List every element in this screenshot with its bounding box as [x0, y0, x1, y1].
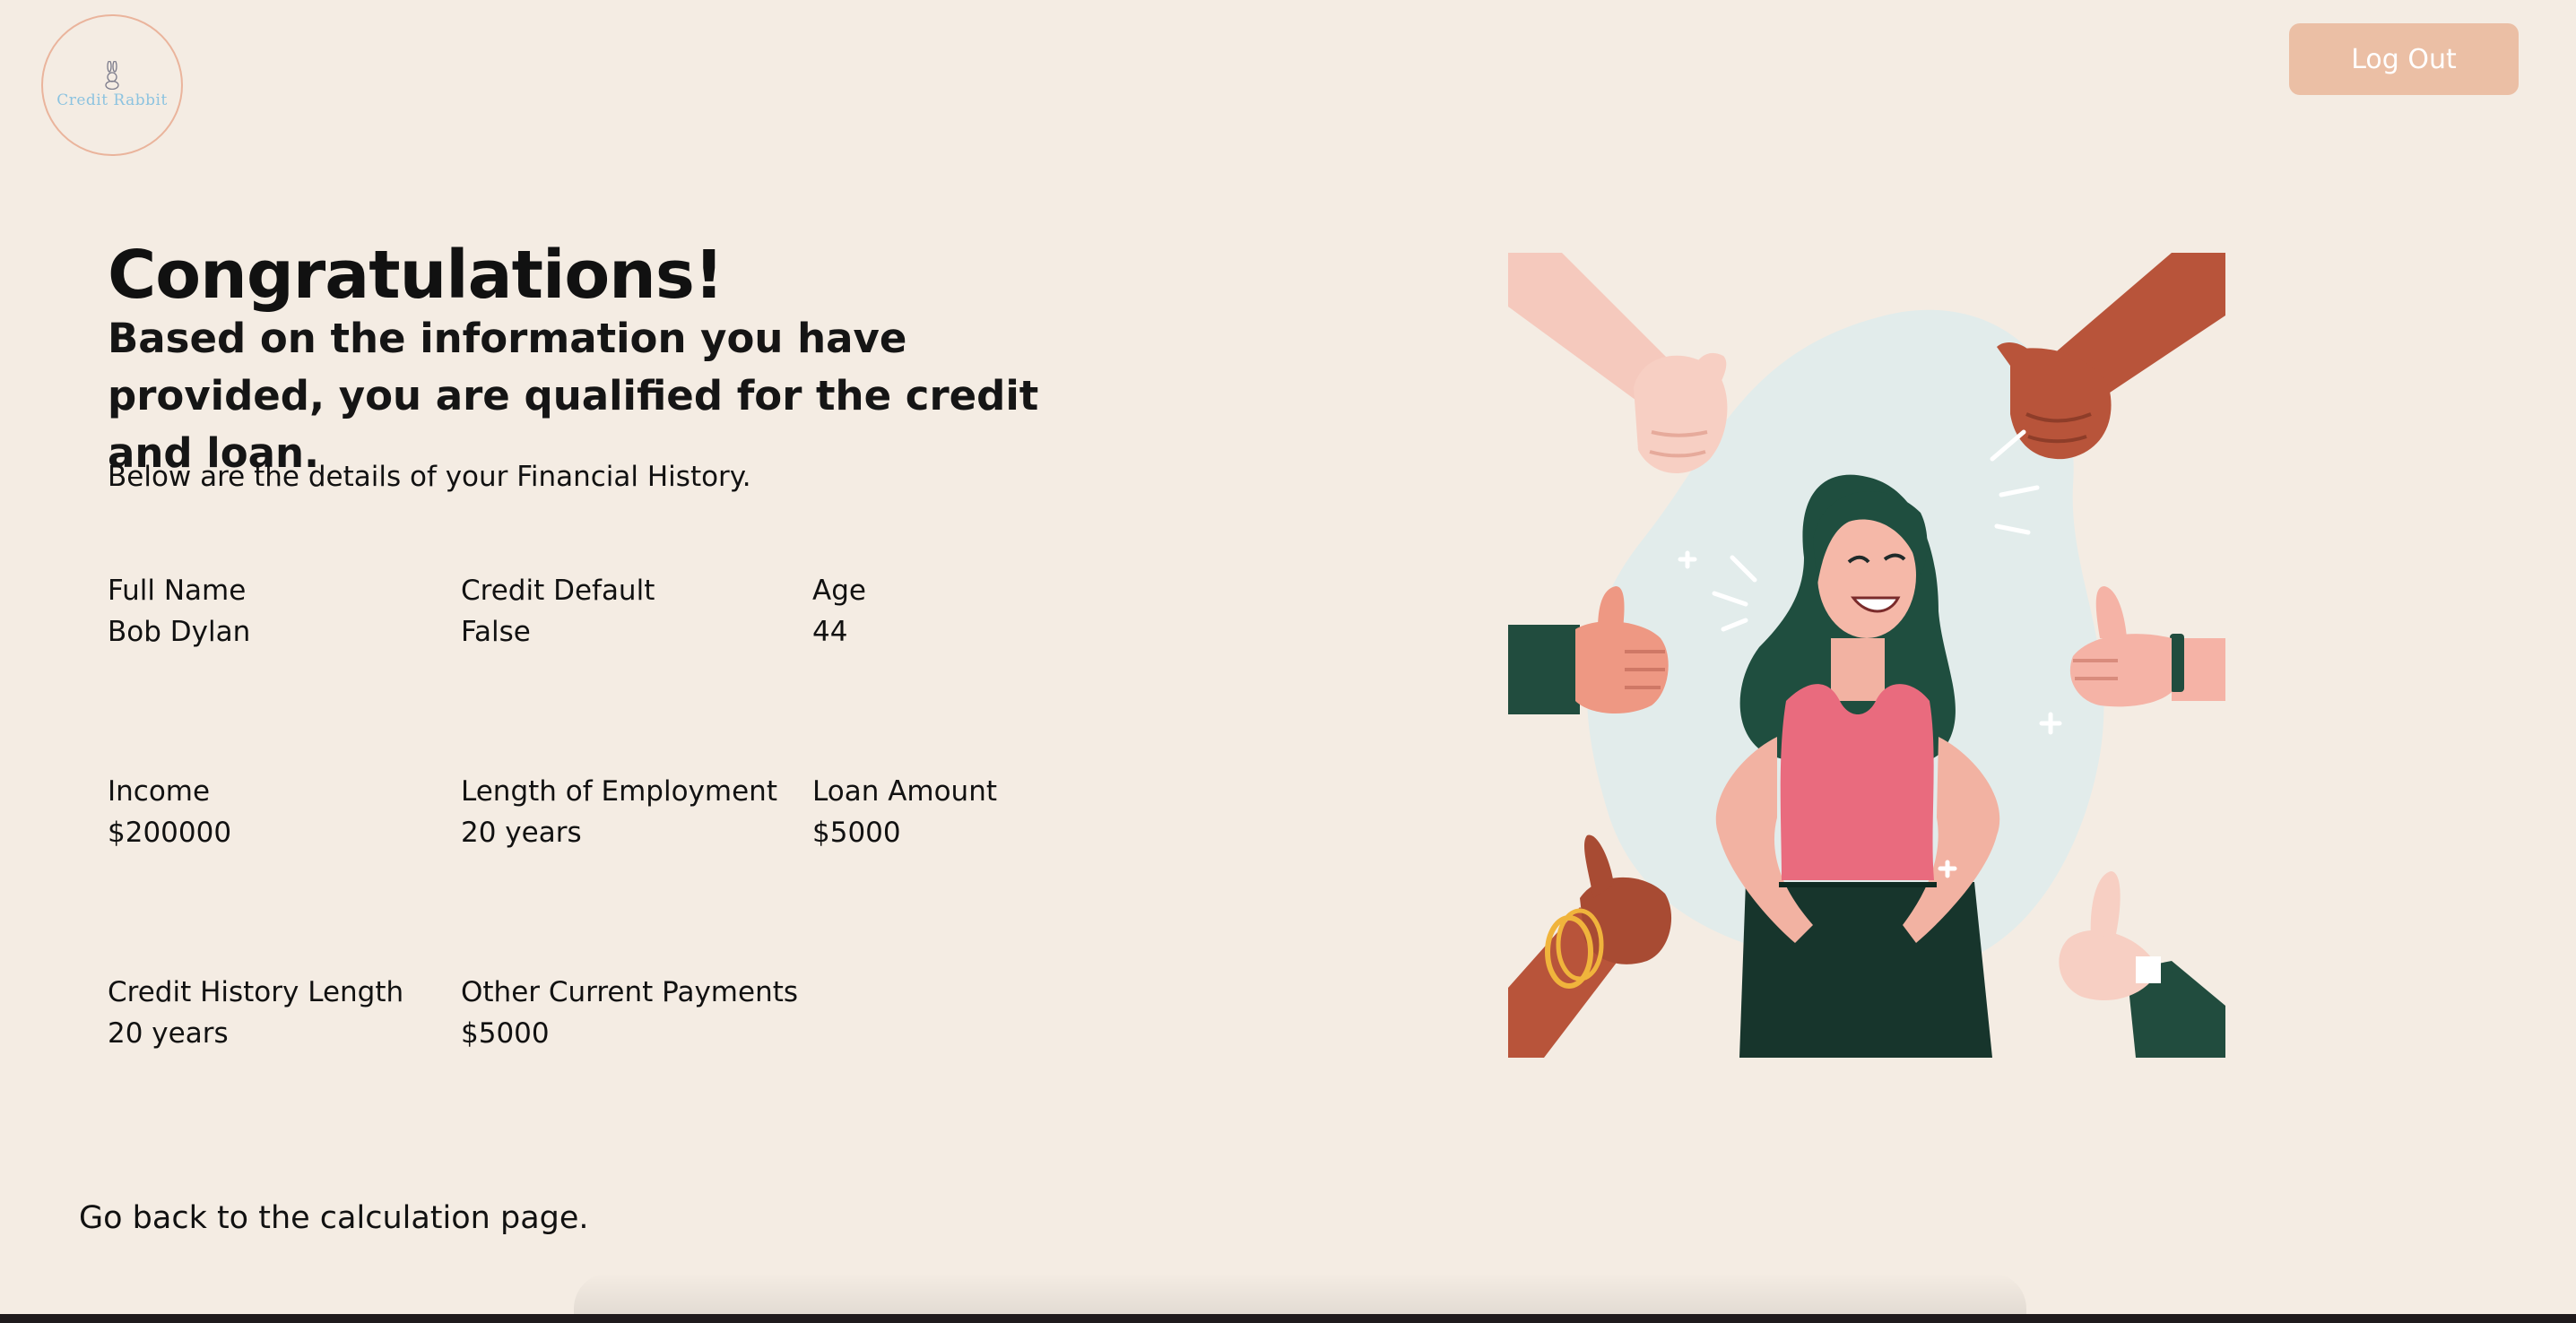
field-age: Age 44	[812, 570, 1162, 653]
page: Credit Rabbit Log Out Congratulations! B…	[0, 0, 2576, 1314]
window-bottom-edge	[0, 1314, 2576, 1323]
field-value: 20 years	[108, 1017, 229, 1050]
field-label: Full Name	[108, 575, 247, 607]
field-value: $5000	[812, 817, 901, 849]
field-label: Other Current Payments	[461, 976, 799, 1008]
field-loan-amount: Loan Amount $5000	[812, 771, 1162, 853]
field-income: Income $200000	[108, 771, 457, 853]
rabbit-icon	[105, 61, 119, 90]
back-to-calculation-link[interactable]: Go back to the calculation page.	[79, 1196, 589, 1241]
field-value: $5000	[461, 1017, 550, 1050]
field-label: Age	[812, 575, 866, 607]
field-label: Credit Default	[461, 575, 655, 607]
field-value: False	[461, 616, 531, 648]
field-other-current-payments: Other Current Payments $5000	[461, 972, 811, 1054]
intro-text: Below are the details of your Financial …	[108, 461, 751, 493]
field-full-name: Full Name Bob Dylan	[108, 570, 457, 653]
field-label: Length of Employment	[461, 775, 777, 808]
field-value: $200000	[108, 817, 232, 849]
bottom-shadow	[574, 1273, 2026, 1314]
logo[interactable]: Credit Rabbit	[41, 14, 183, 156]
field-label: Loan Amount	[812, 775, 998, 808]
field-label: Income	[108, 775, 211, 808]
field-label: Credit History Length	[108, 976, 404, 1008]
celebration-illustration	[1508, 253, 2225, 1058]
logo-text: Credit Rabbit	[56, 91, 168, 109]
field-value: 44	[812, 616, 848, 648]
page-title: Congratulations!	[108, 237, 724, 314]
logout-button[interactable]: Log Out	[2289, 23, 2519, 95]
field-credit-history-length: Credit History Length 20 years	[108, 972, 457, 1054]
field-credit-default: Credit Default False	[461, 570, 811, 653]
field-length-of-employment: Length of Employment 20 years	[461, 771, 811, 853]
field-value: Bob Dylan	[108, 616, 251, 648]
field-value: 20 years	[461, 817, 582, 849]
